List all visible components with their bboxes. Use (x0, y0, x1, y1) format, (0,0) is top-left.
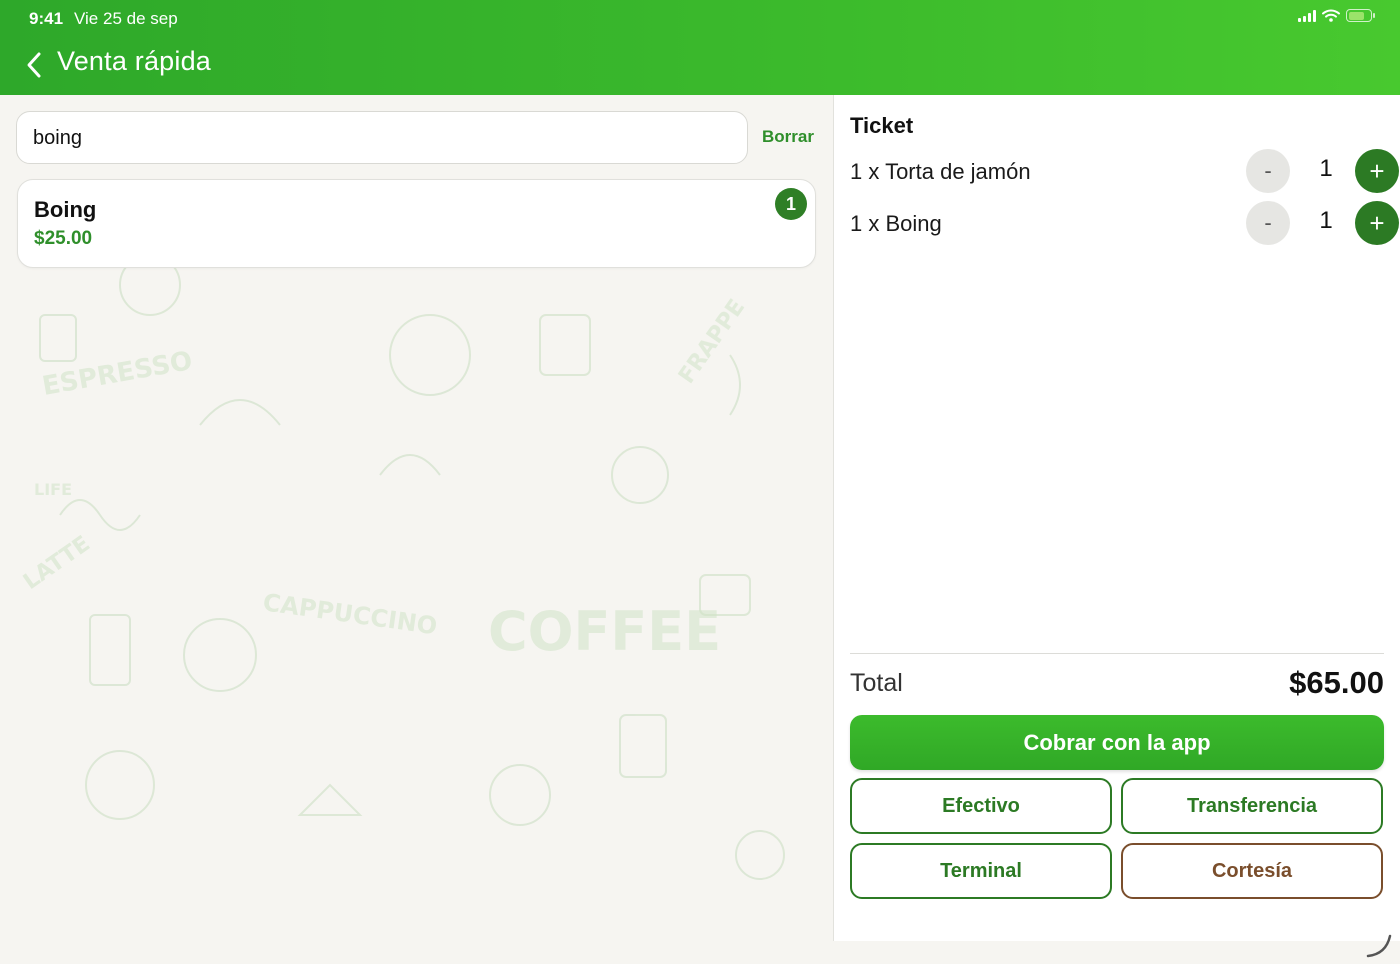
ticket-line-item: 1 x Torta de jamón - 1 + (850, 149, 1399, 195)
decrease-qty-button[interactable]: - (1246, 201, 1290, 245)
total-label: Total (850, 669, 903, 697)
total-value: $65.00 (1289, 665, 1384, 700)
status-time: 9:41 (29, 9, 64, 28)
bg-word-espresso: ESPRESSO (40, 346, 195, 402)
search-field[interactable] (16, 111, 748, 164)
decrease-qty-button[interactable]: - (1246, 149, 1290, 193)
ticket-title: Ticket (850, 113, 914, 138)
line-item-label: 1 x Torta de jamón (850, 159, 1031, 184)
status-icons (1298, 9, 1375, 22)
product-search-pane: ESPRESSO LATTE CAPPUCCINO COFFEE FRAPPE … (0, 95, 833, 964)
page-title: Venta rápida (57, 46, 212, 76)
courtesy-button[interactable]: Cortesía (1121, 843, 1383, 899)
product-result-card[interactable]: Boing $25.00 1 (17, 179, 816, 268)
resize-corner-icon (1366, 934, 1392, 958)
cash-button[interactable]: Efectivo (850, 778, 1112, 834)
status-date: Vie 25 de sep (74, 9, 178, 28)
bg-word-latte: LATTE (19, 531, 95, 594)
terminal-button[interactable]: Terminal (850, 843, 1112, 899)
clear-search-button[interactable]: Borrar (762, 127, 814, 147)
cart-count-badge: 1 (775, 188, 807, 220)
total-divider (850, 653, 1384, 654)
bg-word-life: LIFE (34, 480, 72, 499)
increase-qty-button[interactable]: + (1355, 201, 1399, 245)
bg-word-cappuccino: CAPPUCCINO (261, 588, 439, 640)
transfer-button[interactable]: Transferencia (1121, 778, 1383, 834)
product-price: $25.00 (34, 228, 93, 249)
product-name: Boing (34, 197, 97, 222)
line-item-qty: 1 (1319, 155, 1333, 182)
line-item-label: 1 x Boing (850, 211, 942, 236)
ticket-pane: Ticket 1 x Torta de jamón - 1 + 1 x Boin… (834, 95, 1400, 941)
line-item-qty: 1 (1319, 207, 1333, 234)
wifi-icon (1322, 9, 1340, 22)
chevron-left-icon[interactable] (22, 50, 48, 80)
bg-word-coffee: COFFEE (488, 600, 721, 663)
search-input[interactable] (33, 124, 723, 152)
navigation-header: 9:41 Vie 25 de sep Venta rápida (0, 0, 1400, 95)
signal-icon (1298, 9, 1316, 22)
ticket-line-item: 1 x Boing - 1 + (850, 201, 1399, 247)
charge-with-app-button[interactable]: Cobrar con la app (850, 715, 1384, 770)
increase-qty-button[interactable]: + (1355, 149, 1399, 193)
battery-charging-icon (1346, 9, 1375, 22)
